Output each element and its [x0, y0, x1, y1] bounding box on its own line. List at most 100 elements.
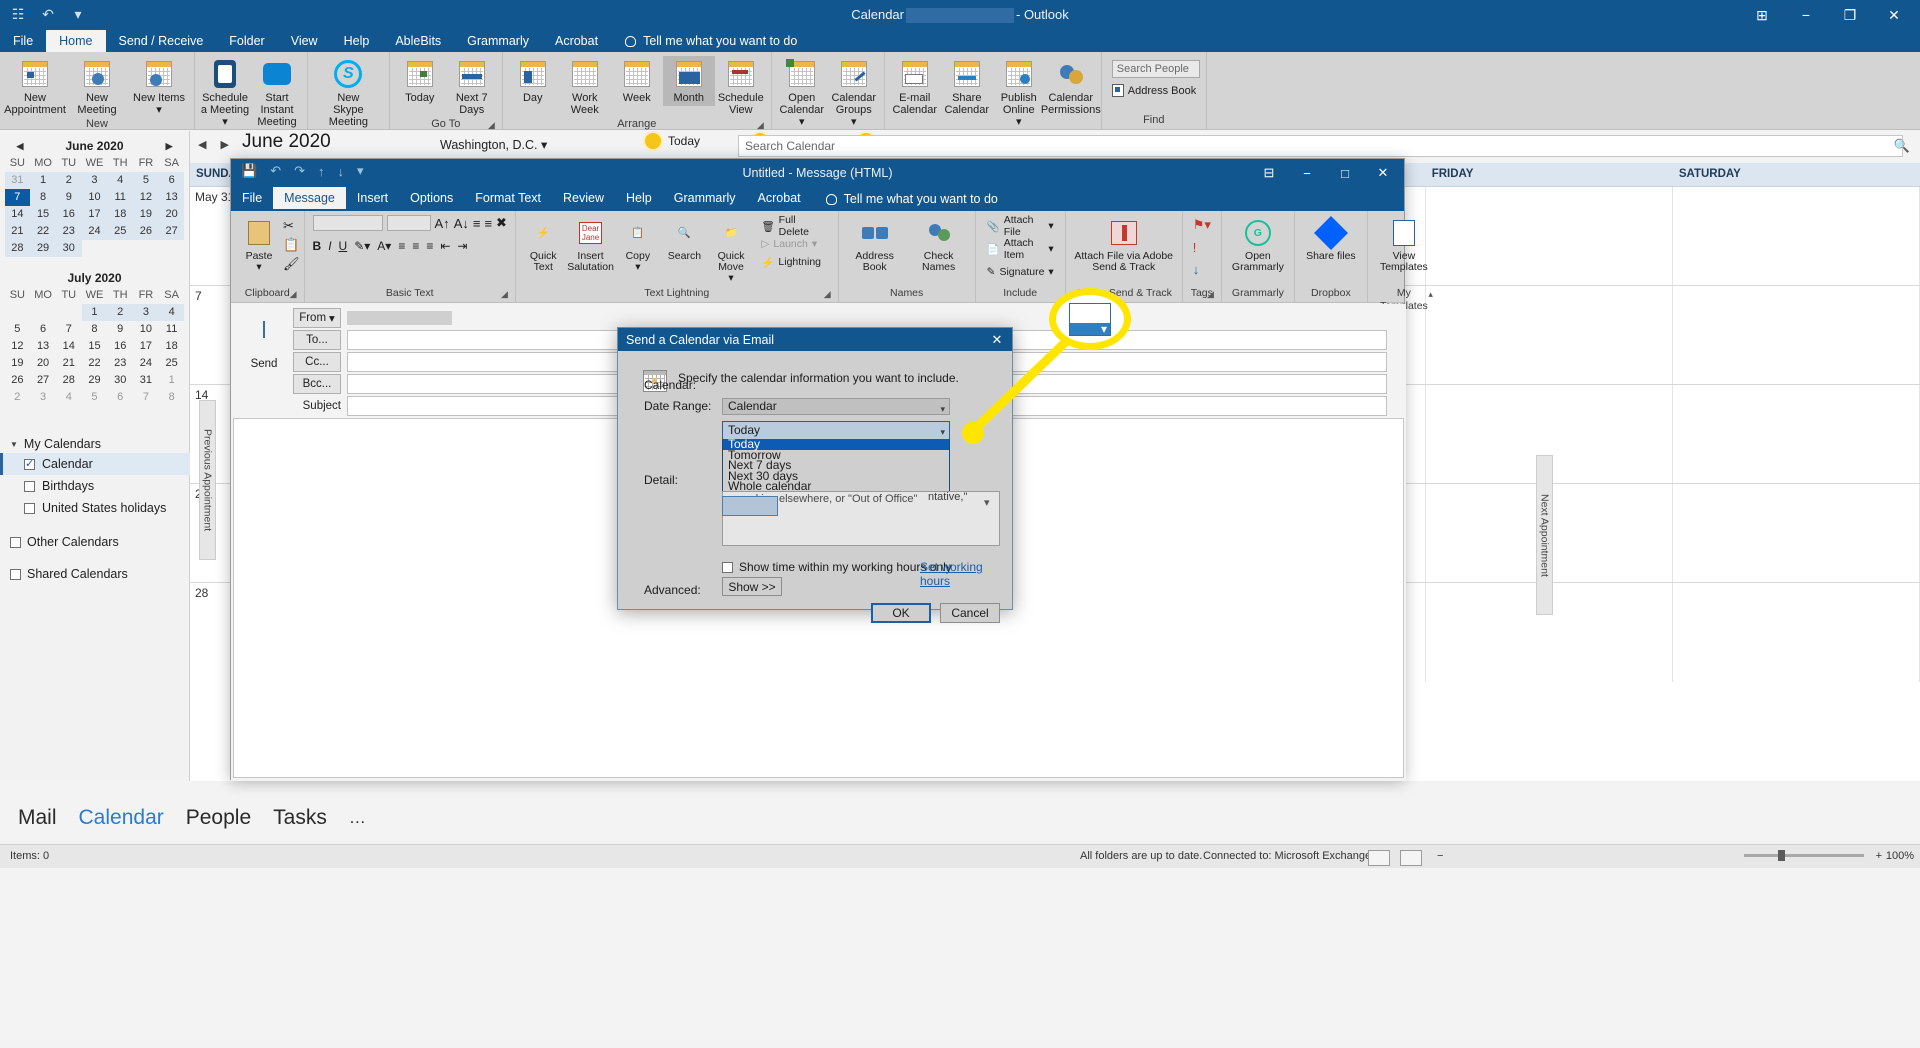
mini-day[interactable]: 24	[81, 223, 108, 240]
mini-day[interactable]: 4	[158, 304, 185, 321]
schedule-view-button[interactable]: Schedule View	[715, 56, 767, 118]
checkbox-icon[interactable]	[10, 568, 21, 580]
mini-day[interactable]: 31	[4, 172, 31, 189]
low-importance-icon[interactable]: ↓	[1193, 262, 1200, 277]
msg-tab-format-text[interactable]: Format Text	[464, 187, 552, 209]
set-working-hours-link[interactable]: Set working hours	[920, 560, 1012, 588]
mini-day[interactable]: 19	[5, 355, 31, 372]
zoom-in-icon[interactable]: +	[1876, 850, 1882, 862]
msg-tab-file[interactable]: File	[231, 187, 273, 209]
mini-day[interactable]: 4	[107, 172, 134, 189]
mini-day[interactable]: 18	[159, 338, 185, 355]
calendar-day-cell[interactable]	[1673, 385, 1920, 483]
chevron-down-icon[interactable]: ▾	[984, 496, 990, 509]
mini-day[interactable]: 9	[55, 189, 82, 206]
align-center-icon[interactable]: ≡	[412, 239, 419, 253]
launch-button[interactable]: ▷ Launch ▾	[758, 235, 829, 253]
chevron-down-icon[interactable]: ▾	[940, 402, 945, 417]
calendar-item-calendar[interactable]: Calendar	[0, 453, 190, 475]
mini-day[interactable]: 19	[133, 206, 159, 223]
underline-icon[interactable]: U	[339, 239, 348, 253]
week-view-button[interactable]: Week	[611, 56, 663, 106]
clipboard-dialog-launcher[interactable]: ◢	[290, 288, 297, 301]
publish-online-button[interactable]: Publish Online ▾	[993, 56, 1045, 130]
module-bar[interactable]: Mail Calendar People Tasks …	[0, 800, 1920, 844]
text-highlight-icon[interactable]: ✎▾	[354, 239, 370, 253]
mini-day[interactable]: 6	[30, 321, 56, 338]
send-button[interactable]: Send	[241, 321, 287, 370]
mini-day[interactable]: 10	[133, 321, 159, 338]
mini-day[interactable]: 25	[107, 223, 134, 240]
chevron-down-icon[interactable]: ▼	[10, 440, 18, 449]
mini-day[interactable]: 14	[56, 338, 82, 355]
calendar-item-us-holidays[interactable]: United States holidays	[0, 497, 190, 519]
mini-day[interactable]: 8	[82, 321, 108, 338]
calendar-group-other-calendars[interactable]: Other Calendars	[0, 519, 190, 551]
check-names-button[interactable]: Check Names	[907, 215, 971, 275]
msg-tab-message[interactable]: Message	[273, 187, 346, 209]
day-view-button[interactable]: Day	[507, 56, 559, 106]
mini-day[interactable]: 22	[82, 355, 108, 372]
ok-button[interactable]: OK	[871, 603, 931, 623]
attach-file-button[interactable]: 📎 Attach File ▾	[984, 214, 1057, 238]
collapse-ribbon-icon[interactable]: ▴	[1428, 288, 1433, 301]
calendar-day-cell[interactable]	[1673, 583, 1920, 682]
calendar-date-nav[interactable]: ◀ ▶	[198, 138, 229, 151]
mini-day[interactable]: 21	[4, 223, 31, 240]
module-mail[interactable]: Mail	[18, 806, 57, 830]
mini-calendar-grid[interactable]: SU MO TU WE TH FR SA 31 1 2 3 4 5 6 7 8 …	[4, 155, 185, 257]
search-people-input[interactable]: Search People	[1111, 60, 1200, 78]
tab-view[interactable]: View	[278, 30, 331, 52]
mini-day[interactable]: 7	[133, 389, 159, 406]
increase-indent-icon[interactable]: ⇥	[457, 239, 467, 253]
mini-day[interactable]: 12	[133, 189, 159, 206]
mini-day[interactable]: 1	[30, 172, 56, 189]
next-appointment-tab[interactable]: Next Appointment	[1536, 455, 1553, 615]
restore-icon[interactable]: ❐	[1828, 0, 1872, 30]
mini-day[interactable]: 20	[158, 206, 185, 223]
share-calendar-button[interactable]: Share Calendar	[941, 56, 993, 118]
new-meeting-button[interactable]: New Meeting	[66, 56, 128, 118]
msg-tab-grammarly[interactable]: Grammarly	[663, 187, 747, 209]
tags-dialog-launcher[interactable]: ◢	[1207, 288, 1214, 301]
view-templates-button[interactable]: View Templates	[1372, 215, 1436, 275]
mini-day-today[interactable]: 7	[4, 189, 31, 206]
calendar-day-cell[interactable]	[1673, 484, 1920, 582]
mini-calendar-grid-july[interactable]: SU MO TU WE TH FR SA 1 2 3 4 5 6 7 8 9 1…	[5, 287, 185, 406]
mini-day[interactable]: 10	[81, 189, 108, 206]
cut-icon[interactable]: ✂	[283, 218, 300, 234]
quick-text-button[interactable]: ⚡ Quick Text	[520, 215, 567, 275]
follow-up-flag-icon[interactable]: ⚑▾	[1193, 217, 1211, 233]
clipboard-small-buttons[interactable]: ✂ 📋 🖌	[283, 215, 300, 272]
zoom-out-icon[interactable]: −	[1437, 850, 1443, 862]
mini-day[interactable]: 1	[81, 304, 108, 321]
mini-day[interactable]: 27	[30, 372, 56, 389]
month-view-button[interactable]: Month	[662, 56, 715, 106]
mini-day[interactable]: 8	[159, 389, 185, 406]
cc-button[interactable]: Cc...	[293, 352, 341, 372]
open-calendar-button[interactable]: Open Calendar ▾	[776, 56, 828, 130]
checkbox-icon[interactable]	[722, 561, 733, 573]
tab-ablebits[interactable]: AbleBits	[382, 30, 454, 52]
tab-home[interactable]: Home	[46, 30, 106, 52]
view-normal-button[interactable]	[1368, 850, 1390, 869]
format-painter-icon[interactable]: 🖌	[283, 256, 300, 272]
align-right-icon[interactable]: ≡	[426, 239, 433, 253]
calendar-day-cell[interactable]	[1426, 187, 1673, 285]
search-lightning-button[interactable]: 🔍 Search	[661, 215, 708, 264]
calendar-day-cell[interactable]	[1426, 286, 1673, 384]
calendar-select[interactable]: Calendar ▾	[722, 398, 950, 415]
mini-day[interactable]: 30	[55, 240, 82, 257]
attach-file-adobe-button[interactable]: Attach File via Adobe Send & Track	[1070, 215, 1178, 275]
calendar-permissions-button[interactable]: Calendar Permissions	[1041, 56, 1101, 118]
chevron-down-icon[interactable]: ▾	[940, 424, 945, 440]
work-week-view-button[interactable]: Work Week	[559, 56, 611, 118]
mini-day[interactable]: 4	[56, 389, 82, 406]
calendar-day-cell[interactable]	[1673, 286, 1920, 384]
signature-button[interactable]: ✎ Signature ▾	[984, 263, 1057, 281]
tell-me-box[interactable]: Tell me what you want to do	[611, 30, 797, 52]
msg-tell-me-box[interactable]: Tell me what you want to do	[812, 187, 998, 211]
mini-day[interactable]: 26	[5, 372, 31, 389]
mini-day[interactable]: 11	[159, 321, 185, 338]
clear-formatting-icon[interactable]: ✖	[496, 215, 507, 231]
